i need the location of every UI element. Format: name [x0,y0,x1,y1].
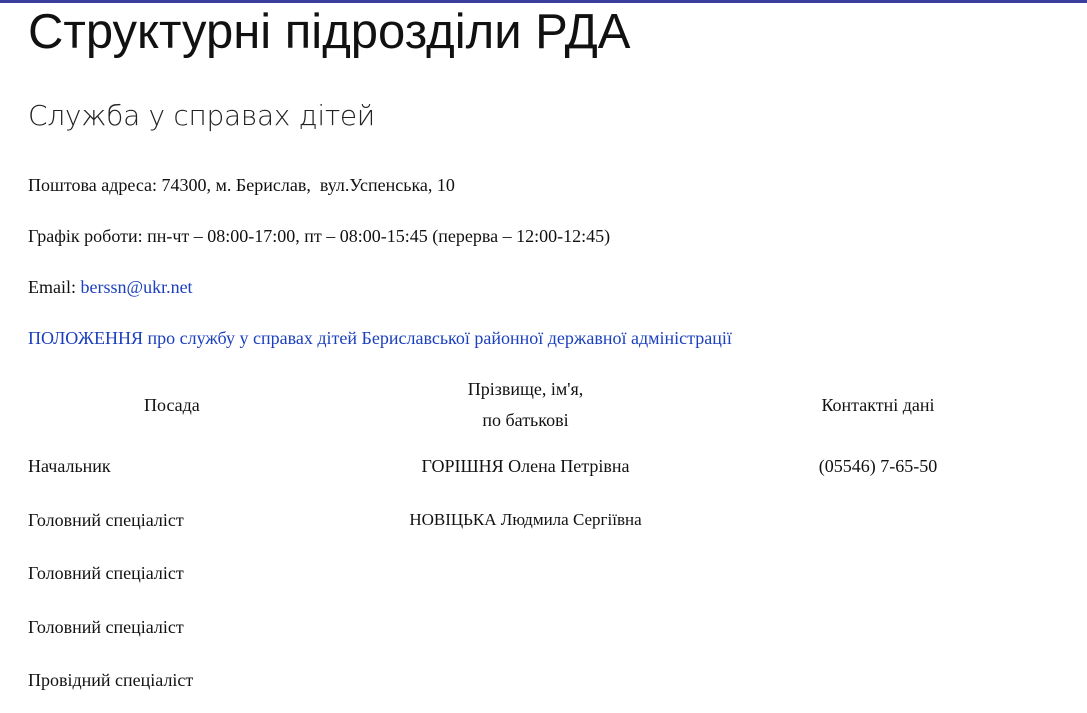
row-position: Провідний спеціаліст [28,670,194,691]
header-name-line2: по батькові [482,410,569,430]
header-name: Прізвище, ім'я, по батькові [323,370,728,440]
schedule-label: Графік роботи: [28,226,148,246]
row-position: Начальник [28,456,111,477]
row-name: НОВІЦЬКА Людмила Сергіївна [409,510,642,530]
address-line: Поштова адреса: 74300, м. Берислав, вул.… [28,174,455,196]
row-position: Головний спеціаліст [28,616,184,637]
address-label: Поштова адреса: [28,175,162,195]
page-content: Структурні підрозділи РДА Служба у справ… [0,0,1087,713]
row-position: Головний спеціаліст [28,563,184,584]
regulation-link[interactable]: ПОЛОЖЕННЯ про службу у справах дітей Бер… [28,328,732,348]
email-link[interactable]: berssn@ukr.net [81,277,193,297]
section-title: Служба у справах дітей [28,99,375,132]
address-value: 74300, м. Берислав, вул.Успенська, 10 [161,175,455,195]
table-row: Головний спеціаліст [28,547,1028,601]
row-name [323,601,728,655]
row-name [323,654,728,708]
row-position: Головний спеціаліст [28,509,184,530]
row-name [323,547,728,601]
staff-table: Посада Прізвище, ім'я, по батькові Контак… [28,370,1028,708]
table-header-row: Посада Прізвище, ім'я, по батькові Контак… [28,370,1028,440]
table-row: Провідний спеціаліст [28,654,1028,708]
row-contact [728,601,1028,655]
header-contact: Контактні дані [821,394,935,415]
page-title: Структурні підрозділи РДА [28,5,631,59]
row-contact [728,547,1028,601]
row-contact: (05546) 7-65-50 [818,456,938,477]
header-position: Посада [144,394,200,415]
schedule-value: пн-чт – 08:00-17:00, пт – 08:00-15:45 (п… [147,226,611,246]
table-row: Головний спеціаліст НОВІЦЬКА Людмила Сер… [28,494,1028,548]
row-contact [728,494,1028,548]
header-name-line1: Прізвище, ім'я, [467,379,584,399]
schedule-line: Графік роботи: пн-чт – 08:00-17:00, пт –… [28,225,610,247]
table-row: Начальник ГОРІШНЯ Олена Петрівна (05546)… [28,440,1028,494]
regulation-line: ПОЛОЖЕННЯ про службу у справах дітей Бер… [28,327,732,349]
table-row: Головний спеціаліст [28,601,1028,655]
email-label: Email: [28,277,81,297]
row-contact [728,654,1028,708]
row-name: ГОРІШНЯ Олена Петрівна [421,456,630,477]
email-line: Email: berssn@ukr.net [28,276,193,298]
